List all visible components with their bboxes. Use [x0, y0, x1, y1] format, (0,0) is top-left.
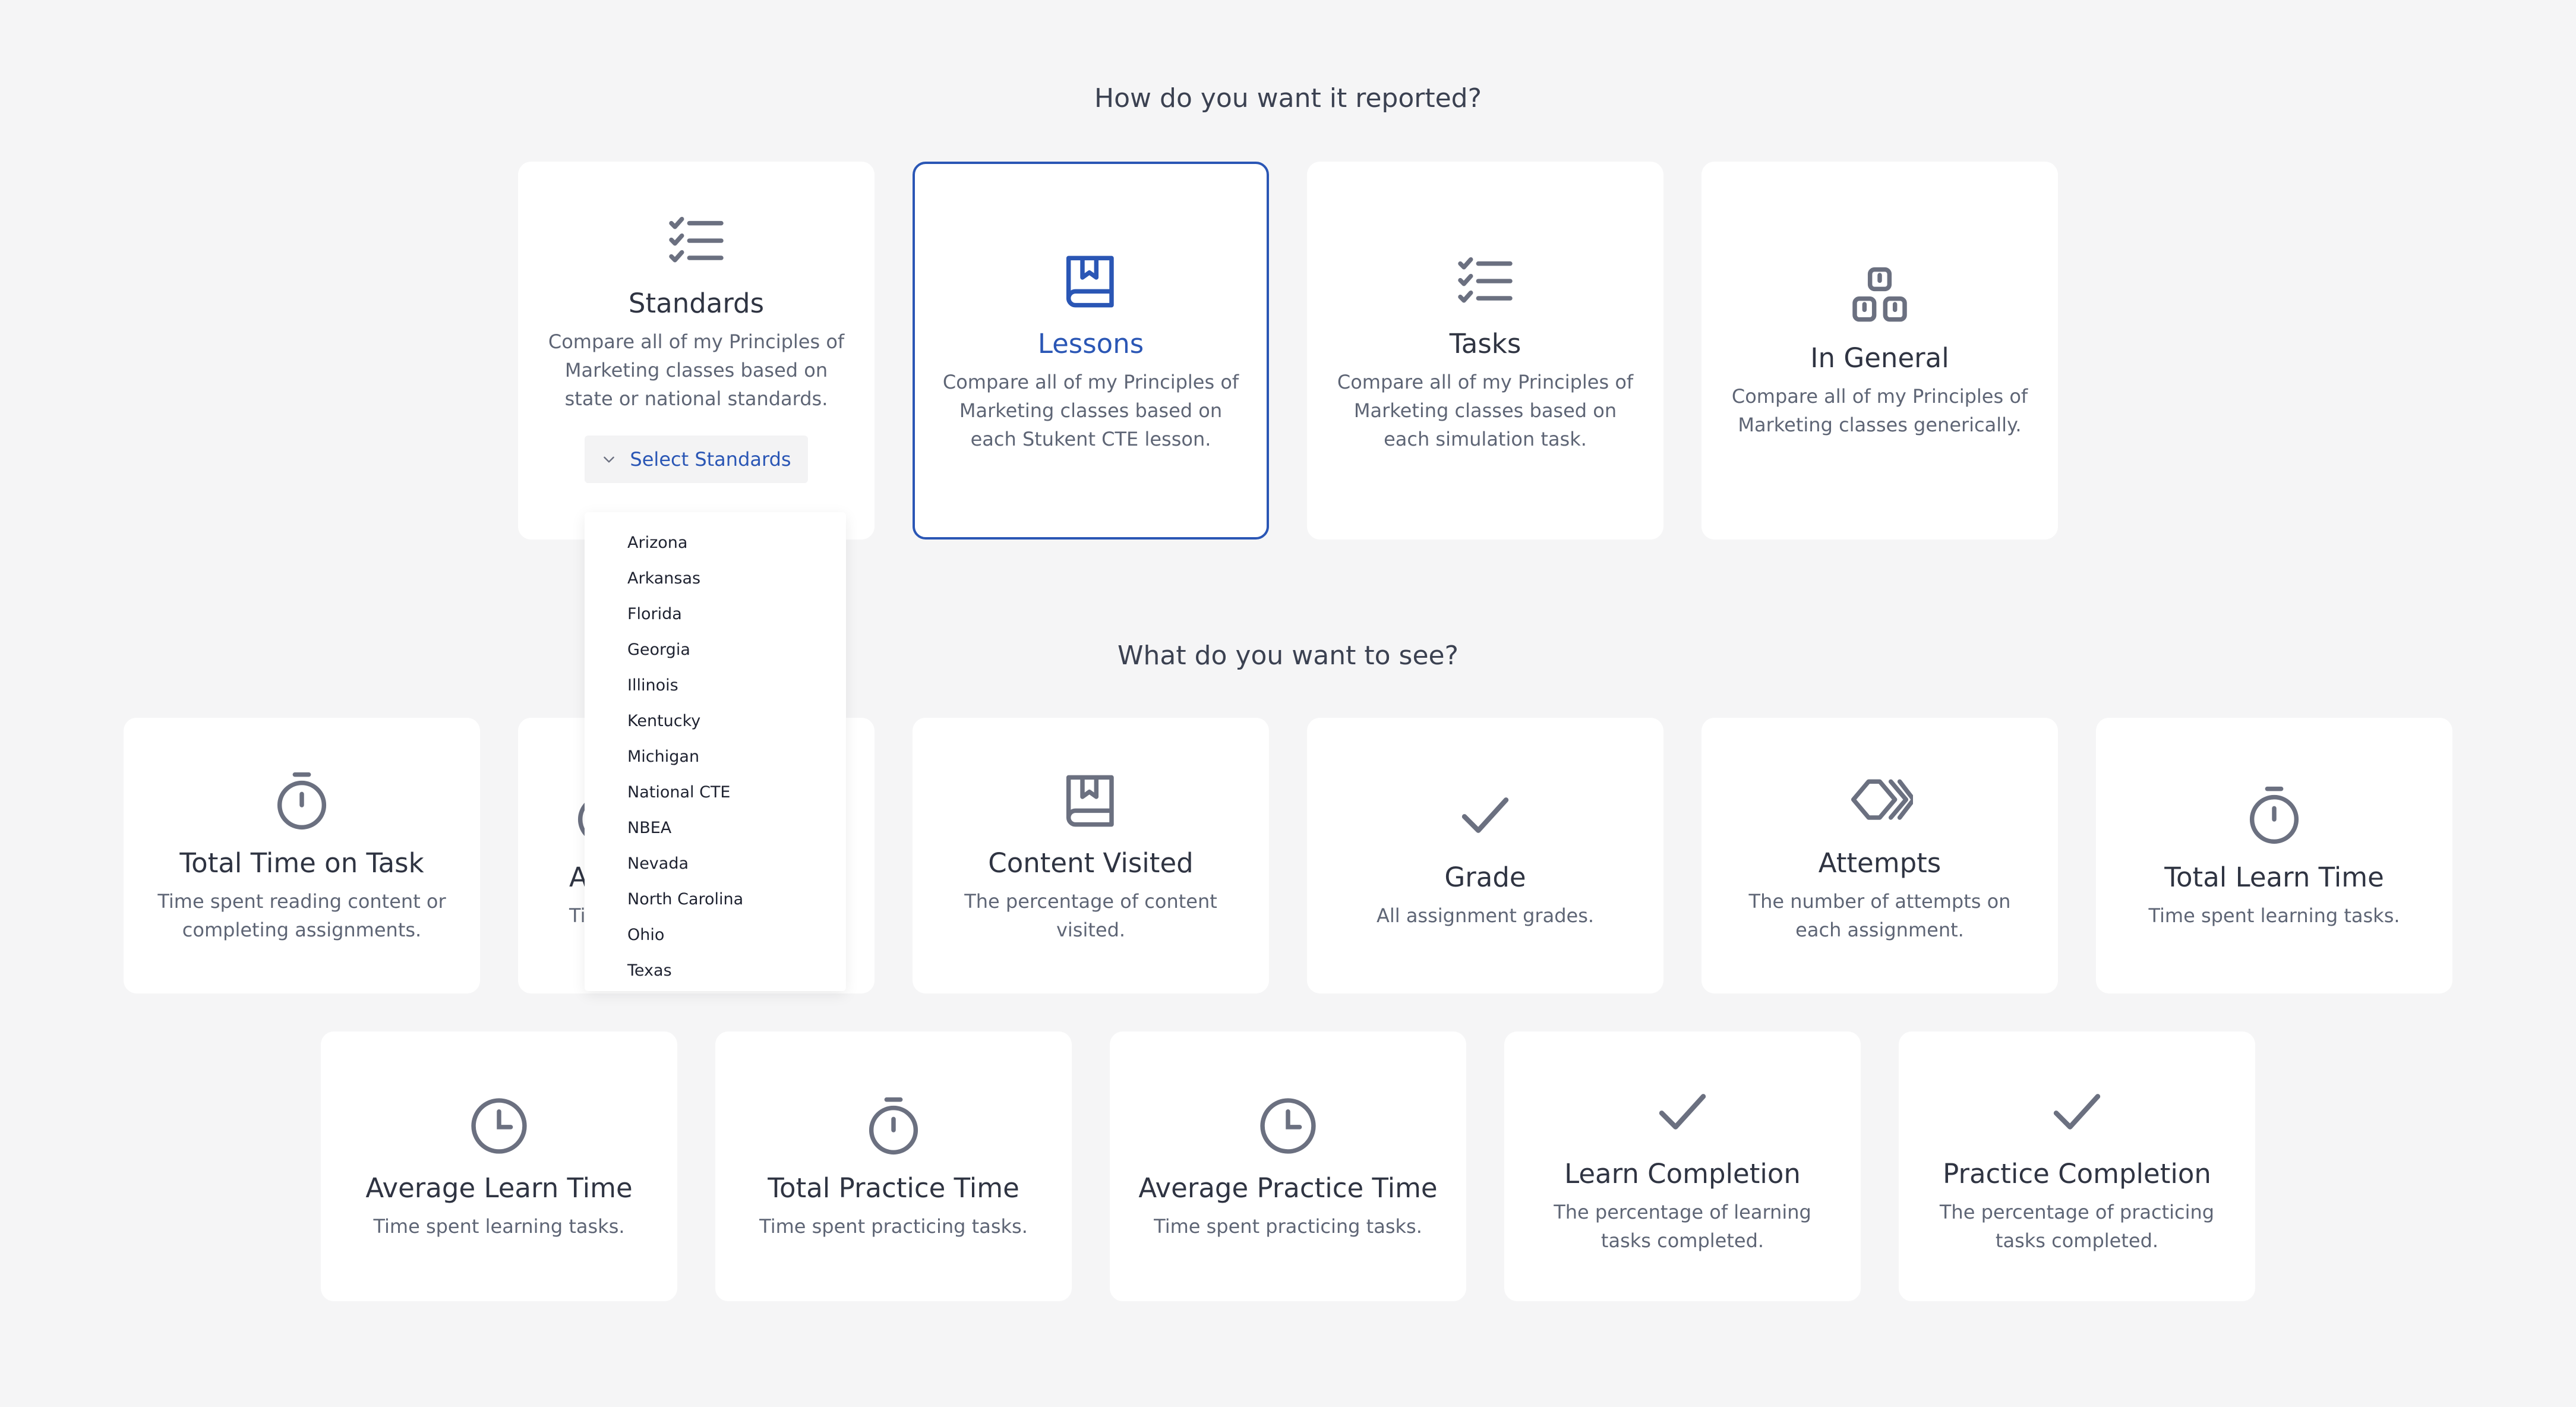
total-learn-time-card[interactable]: Total Learn Time Time spent learning tas…	[2096, 718, 2452, 993]
dropdown-option[interactable]: Georgia	[585, 632, 846, 668]
metric-desc: All assignment grades.	[1376, 904, 1595, 927]
dropdown-option[interactable]: NBEA	[585, 810, 846, 846]
average-practice-time-card[interactable]: Average Practice Time Time spent practic…	[1110, 1031, 1466, 1301]
check-icon	[1452, 782, 1519, 848]
dropdown-option[interactable]: Nevada	[585, 846, 846, 882]
dropdown-option[interactable]: North Carolina	[585, 882, 846, 917]
metric-desc: The number of attempts on each assignmen…	[1748, 889, 2011, 941]
metric-title: Average Learn Time	[365, 1172, 633, 1204]
in-general-card[interactable]: In General Compare all of my Principles …	[1701, 162, 2058, 540]
clock-icon	[1255, 1093, 1321, 1159]
clock-icon	[466, 1093, 532, 1159]
metric-desc: Time spent practicing tasks.	[759, 1214, 1028, 1238]
check-icon	[2044, 1078, 2110, 1145]
metric-title: Attempts	[1818, 847, 1942, 879]
checklist-icon	[663, 208, 730, 275]
tasks-desc: Compare all of my Principles of Marketin…	[1337, 370, 1634, 450]
metric-desc: Time spent learning tasks.	[373, 1214, 625, 1238]
metric-desc: Time spent reading content or completing…	[157, 889, 446, 941]
stopwatch-icon	[2241, 782, 2307, 848]
standards-title: Standards	[628, 288, 765, 319]
metric-title: Grade	[1444, 861, 1526, 893]
in-general-desc: Compare all of my Principles of Marketin…	[1731, 384, 2028, 436]
dropdown-option[interactable]: Arizona	[585, 525, 846, 561]
metric-desc: Time spent practicing tasks.	[1154, 1214, 1422, 1238]
metric-title: Practice Completion	[1943, 1157, 2211, 1190]
select-standards-label: Select Standards	[630, 448, 791, 471]
dropdown-option[interactable]: Arkansas	[585, 561, 846, 597]
see-heading: What do you want to see?	[1117, 641, 1459, 671]
standards-dropdown: Arizona Arkansas Florida Georgia Illinoi…	[585, 512, 846, 991]
stopwatch-icon	[860, 1093, 927, 1159]
dropdown-option[interactable]: National CTE	[585, 775, 846, 810]
metric-desc: The percentage of practicing tasks compl…	[1939, 1200, 2215, 1252]
metric-title: Average Practice Time	[1138, 1172, 1438, 1204]
metric-title: Learn Completion	[1564, 1157, 1801, 1190]
report-heading: How do you want it reported?	[1094, 83, 1482, 113]
practice-completion-card[interactable]: Practice Completion The percentage of pr…	[1899, 1031, 2255, 1301]
metric-title: Total Practice Time	[768, 1172, 1019, 1204]
learn-completion-card[interactable]: Learn Completion The percentage of learn…	[1504, 1031, 1861, 1301]
blocks-icon	[1846, 263, 1913, 329]
tasks-card[interactable]: Tasks Compare all of my Principles of Ma…	[1307, 162, 1663, 540]
average-learn-time-card[interactable]: Average Learn Time Time spent learning t…	[321, 1031, 677, 1301]
dropdown-option[interactable]: Kentucky	[585, 704, 846, 739]
dropdown-option[interactable]: Ohio	[585, 917, 846, 953]
dropdown-option[interactable]: Texas	[585, 953, 846, 989]
dropdown-option[interactable]: Illinois	[585, 668, 846, 704]
metric-title: Total Learn Time	[2164, 861, 2384, 893]
attempts-icon	[1846, 768, 1913, 834]
standards-desc: Compare all of my Principles of Marketin…	[548, 330, 845, 410]
standards-card[interactable]: Standards Compare all of my Principles o…	[518, 162, 875, 540]
book-icon	[1057, 248, 1124, 315]
chevron-down-icon	[604, 456, 615, 463]
content-visited-card[interactable]: Content Visited The percentage of conten…	[913, 718, 1269, 993]
in-general-title: In General	[1810, 342, 1949, 374]
stopwatch-icon	[269, 768, 335, 834]
total-practice-time-card[interactable]: Total Practice Time Time spent practicin…	[715, 1031, 1072, 1301]
metric-desc: The percentage of learning tasks complet…	[1554, 1200, 1811, 1252]
metric-desc: Time spent learning tasks.	[2148, 904, 2400, 927]
lessons-title: Lessons	[1037, 327, 1144, 359]
metric-desc: Ti	[569, 904, 586, 927]
book-icon	[1057, 768, 1124, 834]
check-icon	[1649, 1078, 1716, 1145]
select-standards-button[interactable]: Select Standards	[585, 436, 808, 483]
grade-card[interactable]: Grade All assignment grades.	[1307, 718, 1663, 993]
total-time-on-task-card[interactable]: Total Time on Task Time spent reading co…	[124, 718, 480, 993]
dropdown-option[interactable]: Michigan	[585, 739, 846, 775]
metric-title: Content Visited	[988, 847, 1194, 879]
metric-desc: The percentage of content visited.	[964, 889, 1217, 941]
tasks-title: Tasks	[1449, 327, 1521, 359]
dropdown-option[interactable]: Florida	[585, 597, 846, 632]
lessons-card[interactable]: Lessons Compare all of my Principles of …	[913, 162, 1269, 540]
lessons-desc: Compare all of my Principles of Marketin…	[942, 370, 1239, 450]
checklist-icon	[1452, 248, 1519, 315]
metric-title: Total Time on Task	[179, 847, 424, 879]
attempts-card[interactable]: Attempts The number of attempts on each …	[1701, 718, 2058, 993]
